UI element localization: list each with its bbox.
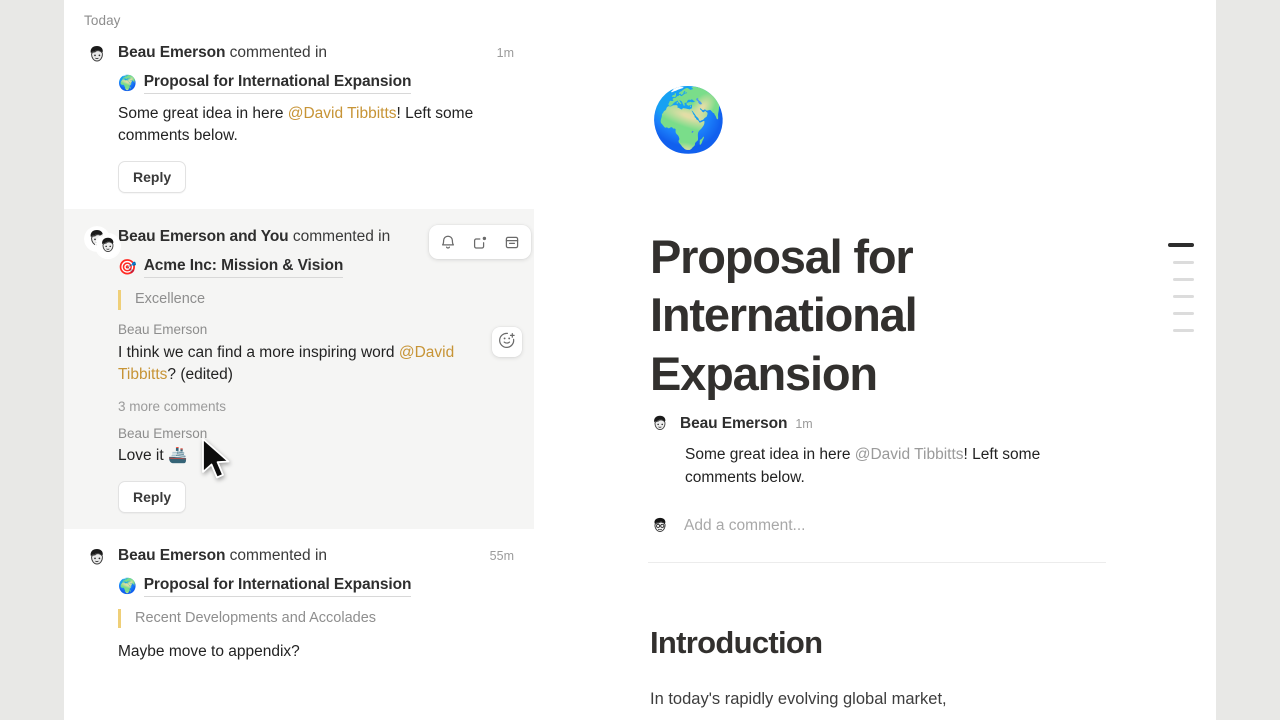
show-more-comments-link[interactable]: 3 more comments [118,399,514,414]
notification-header: Beau Emerson commented in 1m [84,42,514,68]
notification-doc-link[interactable]: 🌍 Proposal for International Expansion [118,576,514,597]
add-comment-row[interactable]: Add a comment... [648,513,1118,538]
notification-actor: Beau Emerson [118,546,226,564]
doc-title-link[interactable]: Proposal for International Expansion [143,576,411,597]
quoted-text: Excellence [118,290,514,310]
globe-icon: 🌍 [118,75,137,92]
notification-doc-link[interactable]: 🎯 Acme Inc: Mission & Vision [118,257,514,278]
archive-button[interactable] [497,228,527,256]
outline-item[interactable] [1173,329,1194,332]
avatar [84,544,110,571]
notification-title-line: Beau Emerson commented in [118,42,514,62]
notification-timestamp: 55m [489,548,514,563]
notification-item[interactable]: Beau Emerson commented in 55m 🌍 Proposal… [64,529,534,680]
comment-body: Love it 🚢 [118,446,188,464]
notification-header: Beau Emerson commented in 55m [84,544,514,571]
document-title: Proposal for International Expansion [650,230,918,400]
body-suffix: ? (edited) [167,365,233,383]
avatar-group [84,42,118,68]
notification-item[interactable]: Beau Emerson commented in 1m 🌍 Proposal … [64,28,534,209]
doc-title-link[interactable]: Acme Inc: Mission & Vision [143,257,343,278]
outline-item[interactable] [1173,278,1194,281]
avatar [648,412,672,436]
notification-actor: Beau Emerson [118,44,226,61]
notification-item-selected[interactable]: Beau Emerson and You commented in 🎯 Acme… [64,209,534,529]
notification-verb: commented in [225,44,328,61]
notification-body: Some great idea in here @David Tibbitts!… [118,103,488,147]
avatar-secondary [95,233,121,259]
current-user-avatar [648,513,672,538]
avatar-group [84,544,118,571]
reply-button[interactable]: Reply [118,480,187,513]
archive-icon [504,234,520,251]
comment-divider [648,561,1106,563]
add-reaction-button[interactable] [492,327,522,357]
document-section-heading: Introduction [650,625,823,660]
document-paragraph: In today's rapidly evolving global marke… [650,690,947,708]
notification-list-panel: Today Beau Emerson commented in 1m 🌍 Pro… [64,0,534,720]
document-panel: 🌍 Proposal for International Expansion B… [534,0,1216,720]
document-globe-icon[interactable]: 🌍 [650,90,727,152]
notification-timestamp: 1m [496,46,514,60]
notification-action-toolbar[interactable] [429,225,531,259]
quoted-text: Recent Developments and Accolades [118,608,514,629]
mention-chip[interactable]: @David Tibbitts [288,105,397,122]
target-icon: 🎯 [118,259,137,276]
document-outline-rail[interactable] [1168,243,1194,332]
notification-doc-link[interactable]: 🌍 Proposal for International Expansion [118,73,514,94]
mark-unread-button[interactable] [465,228,495,256]
outline-item[interactable] [1173,295,1194,298]
comment-body: Maybe move to appendix? [118,643,300,661]
outline-item[interactable] [1173,261,1194,264]
avatar [84,42,110,68]
body-prefix: I think we can find a more inspiring wor… [118,343,399,361]
app-root: Today Beau Emerson commented in 1m 🌍 Pro… [0,0,1280,720]
notification-title-line: Beau Emerson commented in [118,545,514,565]
day-group-label: Today [84,13,121,28]
body-prefix: Some great idea in here [118,105,288,122]
document-comment-thread: Beau Emerson 1m Some great idea in here … [648,412,1118,563]
add-comment-input[interactable]: Add a comment... [684,517,805,535]
doc-title-link[interactable]: Proposal for International Expansion [143,73,411,94]
mute-notification-button[interactable] [433,228,463,256]
notification-verb: commented in [288,228,391,245]
body-prefix: Some great idea in here [685,446,855,463]
mention-chip[interactable]: @David Tibbitts [855,446,964,463]
comment-body: Some great idea in here @David Tibbitts!… [685,443,1105,490]
comment-timestamp: 1m [795,417,813,431]
notification-verb: commented in [225,546,328,564]
comment-author: Beau Emerson [118,425,208,441]
reply-button[interactable]: Reply [118,161,187,193]
outline-item[interactable] [1173,312,1194,315]
outline-item-active[interactable] [1168,243,1194,247]
globe-icon: 🌍 [118,577,137,595]
avatar-group [84,226,121,259]
add-reaction-icon [498,331,516,354]
bell-icon [440,234,456,251]
comment-author: Beau Emerson [680,415,788,432]
comment-author: Beau Emerson [118,321,208,337]
notification-actor: Beau Emerson and You [118,228,289,245]
comment-header: Beau Emerson 1m [648,412,1118,436]
mark-unread-icon [472,234,488,251]
comment-body: I think we can find a more inspiring wor… [118,342,488,386]
